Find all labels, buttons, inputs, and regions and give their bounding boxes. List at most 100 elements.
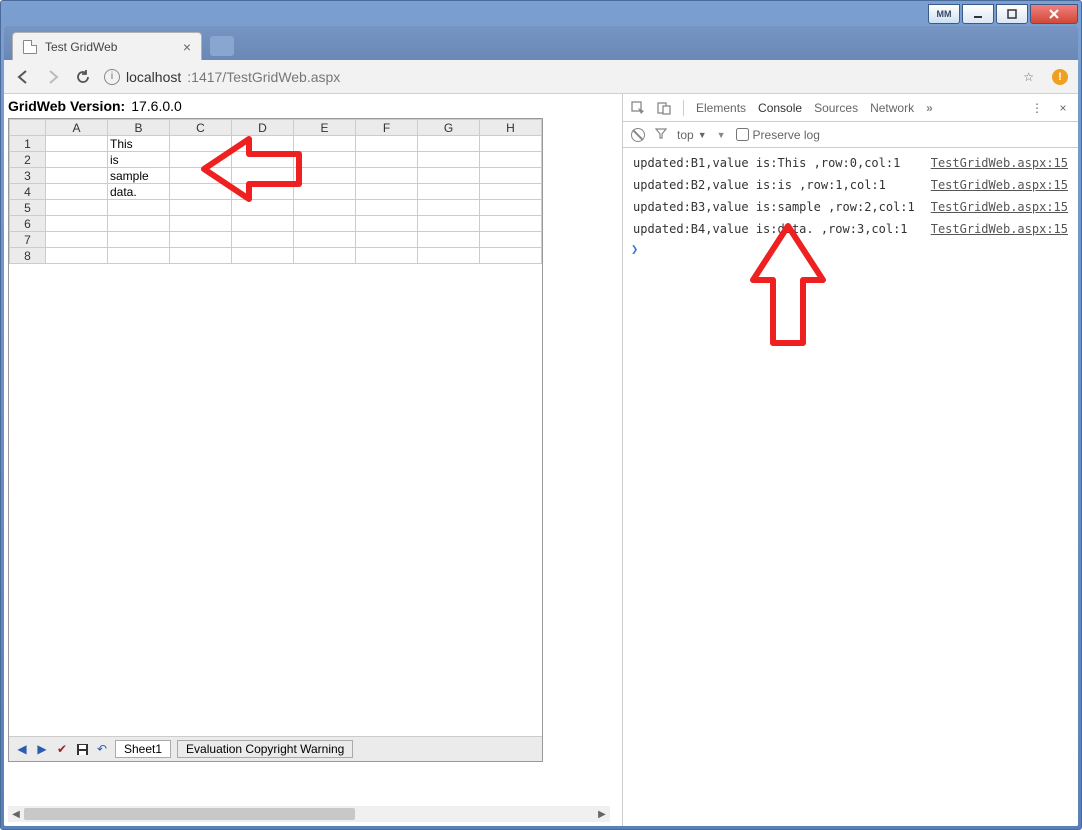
close-button[interactable] [1030, 4, 1078, 24]
evaluation-warning-tab[interactable]: Evaluation Copyright Warning [177, 740, 353, 758]
row-header[interactable]: 4 [10, 184, 46, 200]
grid-cell[interactable] [418, 216, 480, 232]
grid-cell[interactable] [356, 200, 418, 216]
console-prompt[interactable]: ❯ [623, 240, 1078, 258]
grid-cell[interactable]: This [108, 136, 170, 152]
row-header[interactable]: 5 [10, 200, 46, 216]
devtools-close-icon[interactable]: × [1056, 101, 1070, 115]
grid-cell[interactable] [480, 168, 542, 184]
sheet-prev-icon[interactable]: ◀ [15, 742, 29, 756]
horizontal-scrollbar[interactable]: ◀ ▶ [8, 806, 610, 822]
back-button[interactable] [14, 68, 32, 86]
grid-cell[interactable] [294, 200, 356, 216]
grid-cell[interactable] [418, 200, 480, 216]
col-header[interactable]: C [170, 120, 232, 136]
warning-icon[interactable]: ! [1052, 69, 1068, 85]
grid-cell[interactable] [170, 152, 232, 168]
console-source-link[interactable]: TestGridWeb.aspx:15 [931, 176, 1068, 194]
minimize-button[interactable] [962, 4, 994, 24]
grid-cell[interactable] [232, 152, 294, 168]
devtools-tab-network[interactable]: Network [870, 101, 914, 115]
scroll-left-icon[interactable]: ◀ [8, 806, 24, 822]
grid-cell[interactable] [356, 136, 418, 152]
row-header[interactable]: 6 [10, 216, 46, 232]
grid-cell[interactable] [46, 184, 108, 200]
grid-cell[interactable]: is [108, 152, 170, 168]
row-header[interactable]: 3 [10, 168, 46, 184]
devtools-tab-sources[interactable]: Sources [814, 101, 858, 115]
row-header[interactable]: 8 [10, 248, 46, 264]
grid-corner[interactable] [10, 120, 46, 136]
grid-cell[interactable] [356, 152, 418, 168]
grid-cell[interactable] [480, 184, 542, 200]
scrollbar-thumb[interactable] [24, 808, 355, 820]
grid-cell[interactable] [356, 232, 418, 248]
browser-tab[interactable]: Test GridWeb × [12, 32, 202, 60]
grid-cell[interactable] [108, 200, 170, 216]
grid-cell[interactable] [294, 152, 356, 168]
scroll-right-icon[interactable]: ▶ [594, 806, 610, 822]
grid-cell[interactable] [232, 200, 294, 216]
row-header[interactable]: 7 [10, 232, 46, 248]
grid-cell[interactable] [232, 168, 294, 184]
grid-cell[interactable] [170, 232, 232, 248]
sheet-tab[interactable]: Sheet1 [115, 740, 171, 758]
grid-cell[interactable] [418, 248, 480, 264]
undo-icon[interactable]: ↶ [95, 742, 109, 756]
grid-cell[interactable] [232, 184, 294, 200]
grid-cell[interactable] [46, 216, 108, 232]
maximize-button[interactable] [996, 4, 1028, 24]
filter-icon[interactable] [655, 127, 667, 142]
save-icon[interactable] [75, 742, 89, 756]
grid-cell[interactable] [170, 248, 232, 264]
grid-cell[interactable] [46, 232, 108, 248]
grid-cell[interactable] [294, 216, 356, 232]
grid-cell[interactable] [480, 216, 542, 232]
grid-cell[interactable] [46, 152, 108, 168]
grid-cell[interactable]: data. [108, 184, 170, 200]
grid-cell[interactable] [418, 152, 480, 168]
col-header[interactable]: G [418, 120, 480, 136]
clear-console-icon[interactable] [631, 128, 645, 142]
grid-cell[interactable] [232, 216, 294, 232]
col-header[interactable]: A [46, 120, 108, 136]
grid-cell[interactable] [170, 200, 232, 216]
grid-cell[interactable]: sample [108, 168, 170, 184]
col-header[interactable]: F [356, 120, 418, 136]
grid-cell[interactable] [294, 136, 356, 152]
grid-cell[interactable] [418, 184, 480, 200]
grid-cell[interactable] [418, 232, 480, 248]
grid-cell[interactable] [170, 216, 232, 232]
grid-cell[interactable] [46, 136, 108, 152]
devtools-menu-icon[interactable]: ⋮ [1030, 101, 1044, 115]
grid-cell[interactable] [170, 184, 232, 200]
col-header[interactable]: H [480, 120, 542, 136]
console-source-link[interactable]: TestGridWeb.aspx:15 [931, 220, 1068, 238]
console-source-link[interactable]: TestGridWeb.aspx:15 [931, 154, 1068, 172]
grid-cell[interactable] [480, 200, 542, 216]
grid-cell[interactable] [108, 216, 170, 232]
row-header[interactable]: 1 [10, 136, 46, 152]
grid-cell[interactable] [480, 248, 542, 264]
grid-cell[interactable] [480, 136, 542, 152]
grid-cell[interactable] [356, 184, 418, 200]
inspect-icon[interactable] [631, 101, 645, 115]
grid-cell[interactable] [46, 248, 108, 264]
grid-cell[interactable] [108, 248, 170, 264]
grid-cell[interactable] [232, 248, 294, 264]
devtools-more-tabs-icon[interactable]: » [926, 101, 933, 115]
filter-levels-icon[interactable]: ▼ [717, 130, 726, 140]
grid-cell[interactable] [46, 168, 108, 184]
grid-cell[interactable] [294, 184, 356, 200]
grid-cell[interactable] [356, 248, 418, 264]
row-header[interactable]: 2 [10, 152, 46, 168]
col-header[interactable]: D [232, 120, 294, 136]
new-tab-button[interactable] [210, 36, 234, 56]
grid-cell[interactable] [356, 168, 418, 184]
grid-cell[interactable] [232, 136, 294, 152]
bookmark-icon[interactable]: ☆ [1023, 70, 1034, 84]
grid-cell[interactable] [294, 248, 356, 264]
col-header[interactable]: E [294, 120, 356, 136]
tab-close-icon[interactable]: × [183, 39, 191, 55]
context-dropdown[interactable]: top ▼ [677, 128, 707, 142]
